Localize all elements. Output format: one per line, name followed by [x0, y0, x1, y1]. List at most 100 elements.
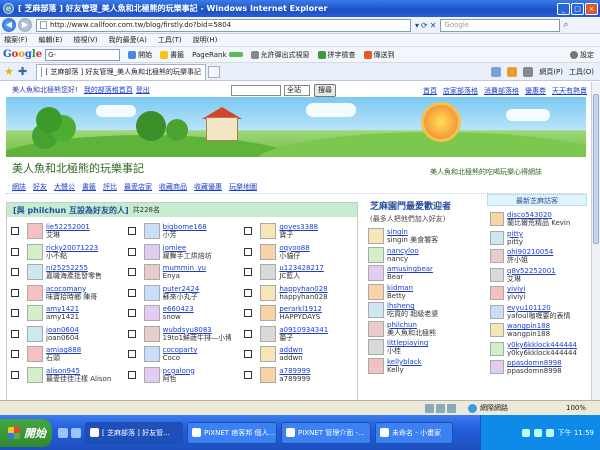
friend-checkbox[interactable]	[11, 350, 19, 359]
avatar[interactable]	[260, 223, 277, 240]
avatar[interactable]	[27, 284, 43, 301]
avatar[interactable]	[368, 265, 384, 282]
my-blog-link[interactable]: 我的部落格首頁	[84, 85, 133, 95]
friend-checkbox[interactable]	[127, 350, 136, 359]
friend-id-link[interactable]: cocoparty	[163, 346, 231, 354]
popular-id-link[interactable]: amusingbear	[387, 265, 455, 273]
friend-checkbox[interactable]	[244, 350, 253, 359]
friend-checkbox[interactable]	[127, 309, 136, 318]
avatar[interactable]	[27, 325, 43, 342]
friend-checkbox[interactable]	[127, 370, 136, 379]
friend-checkbox[interactable]	[11, 268, 19, 277]
visitor-id-link[interactable]: ppasdomn8998	[507, 359, 587, 367]
friend-id-link[interactable]: mummin_yu	[163, 264, 231, 272]
nav-bookmarks[interactable]: 書籤	[82, 182, 96, 192]
vertical-scrollbar[interactable]	[591, 82, 600, 400]
friend-id-link[interactable]: perarkl1912	[279, 305, 347, 313]
avatar[interactable]	[260, 264, 277, 281]
avatar[interactable]	[143, 284, 160, 301]
bookmark-button[interactable]: 書籤	[160, 50, 184, 60]
popup-allow-button[interactable]: 允許彈出式視窗	[250, 50, 310, 60]
avatar[interactable]	[143, 223, 160, 240]
friend-checkbox[interactable]	[11, 329, 19, 338]
back-button[interactable]: ◀	[2, 18, 16, 32]
friend-id-link[interactable]: amy1421	[46, 305, 114, 313]
tab-active[interactable]: [ 芝麻部落 ] 好友管理_美人魚和北極熊的玩樂事記	[36, 63, 206, 80]
avatar[interactable]	[27, 366, 43, 383]
avatar[interactable]	[368, 283, 384, 300]
logout-link[interactable]: 登出	[136, 85, 150, 95]
avatar[interactable]	[490, 360, 504, 375]
nav-blog[interactable]: 網誌	[12, 182, 26, 192]
menu-tools[interactable]: 工具(T)	[158, 35, 182, 45]
friend-checkbox[interactable]	[127, 227, 136, 236]
task-ie-current[interactable]: [ 芝麻部落 ] 好友管...	[85, 421, 183, 444]
menu-file[interactable]: 檔案(F)	[4, 35, 28, 45]
site-search-input[interactable]	[231, 85, 281, 96]
nav-ratings[interactable]: 評比	[103, 182, 117, 192]
friend-id-link[interactable]: a789999	[279, 367, 347, 375]
avatar[interactable]	[260, 284, 277, 301]
tray-icon[interactable]	[533, 428, 542, 437]
avatar[interactable]	[368, 302, 384, 319]
friend-checkbox[interactable]	[127, 268, 136, 277]
avatar[interactable]	[27, 243, 43, 260]
avatar[interactable]	[260, 366, 277, 383]
avatar[interactable]	[368, 357, 384, 374]
nav-fun-map[interactable]: 玩樂地圖	[229, 182, 257, 192]
print-icon[interactable]	[523, 66, 534, 77]
avatar[interactable]	[490, 323, 504, 338]
visitor-id-link[interactable]: wangpin188	[507, 322, 587, 330]
avatar[interactable]	[368, 339, 384, 356]
friend-id-link[interactable]: oqyoo88	[279, 244, 347, 252]
task-paint[interactable]: 未命名 - 小畫家	[375, 421, 453, 444]
clock[interactable]: 下午 11:59	[558, 428, 594, 438]
popular-id-link[interactable]: philchun	[387, 321, 455, 329]
avatar[interactable]	[490, 267, 504, 282]
avatar[interactable]	[143, 264, 160, 281]
friend-checkbox[interactable]	[244, 227, 253, 236]
popular-id-link[interactable]: nancyloo	[387, 247, 455, 255]
quick-launch-desktop-icon[interactable]	[71, 427, 81, 438]
scrollbar-thumb[interactable]	[593, 94, 599, 244]
friend-checkbox[interactable]	[244, 288, 253, 297]
friend-checkbox[interactable]	[244, 370, 253, 379]
live-search-input[interactable]: Google	[440, 18, 561, 32]
popular-id-link[interactable]: kellyblack	[387, 358, 455, 366]
friend-checkbox[interactable]	[244, 309, 253, 318]
friend-checkbox[interactable]	[244, 329, 253, 338]
avatar[interactable]	[260, 305, 277, 322]
avatar[interactable]	[143, 243, 160, 260]
menu-help[interactable]: 說明(H)	[193, 35, 218, 45]
friend-id-link[interactable]: puter2424	[163, 285, 231, 293]
dropdown-arrow-icon[interactable]: ▾	[415, 21, 419, 30]
friend-checkbox[interactable]	[127, 247, 136, 256]
url-field[interactable]: http://www.callfoor.com.tw/blog/firstly.…	[36, 18, 411, 32]
friend-id-link[interactable]: ricky20071223	[46, 244, 114, 252]
quick-launch-ie-icon[interactable]	[58, 427, 68, 438]
avatar[interactable]	[260, 243, 277, 260]
coupon-link[interactable]: 優惠券	[525, 86, 546, 96]
avatar[interactable]	[368, 320, 384, 337]
spellcheck-button[interactable]: 拼字檢查	[317, 50, 356, 60]
avatar[interactable]	[143, 305, 160, 322]
menu-favorites[interactable]: 我的最愛(A)	[109, 35, 147, 45]
tray-icon[interactable]	[545, 428, 554, 437]
avatar[interactable]	[27, 305, 43, 322]
add-favorites-icon[interactable]: ✚	[18, 65, 27, 78]
settings-button[interactable]: 設定	[570, 50, 594, 60]
avatar[interactable]	[260, 346, 277, 363]
consumer-blog-link[interactable]: 消費部落格	[484, 86, 519, 96]
friend-checkbox[interactable]	[127, 329, 136, 338]
avatar[interactable]	[490, 304, 504, 319]
site-search-button[interactable]: 搜尋	[314, 84, 336, 97]
close-button[interactable]: ×	[585, 2, 598, 15]
start-button[interactable]: 開始	[0, 418, 52, 447]
avatar[interactable]	[27, 346, 43, 363]
google-start-button[interactable]: 開始	[128, 50, 152, 60]
task-pixnet-1[interactable]: PIXNET 痞客邦 個人...	[187, 421, 277, 444]
friend-id-link[interactable]: addwn	[279, 346, 347, 354]
friend-checkbox[interactable]	[244, 247, 253, 256]
avatar[interactable]	[260, 325, 277, 342]
send-to-button[interactable]: 傳送到	[363, 50, 395, 60]
